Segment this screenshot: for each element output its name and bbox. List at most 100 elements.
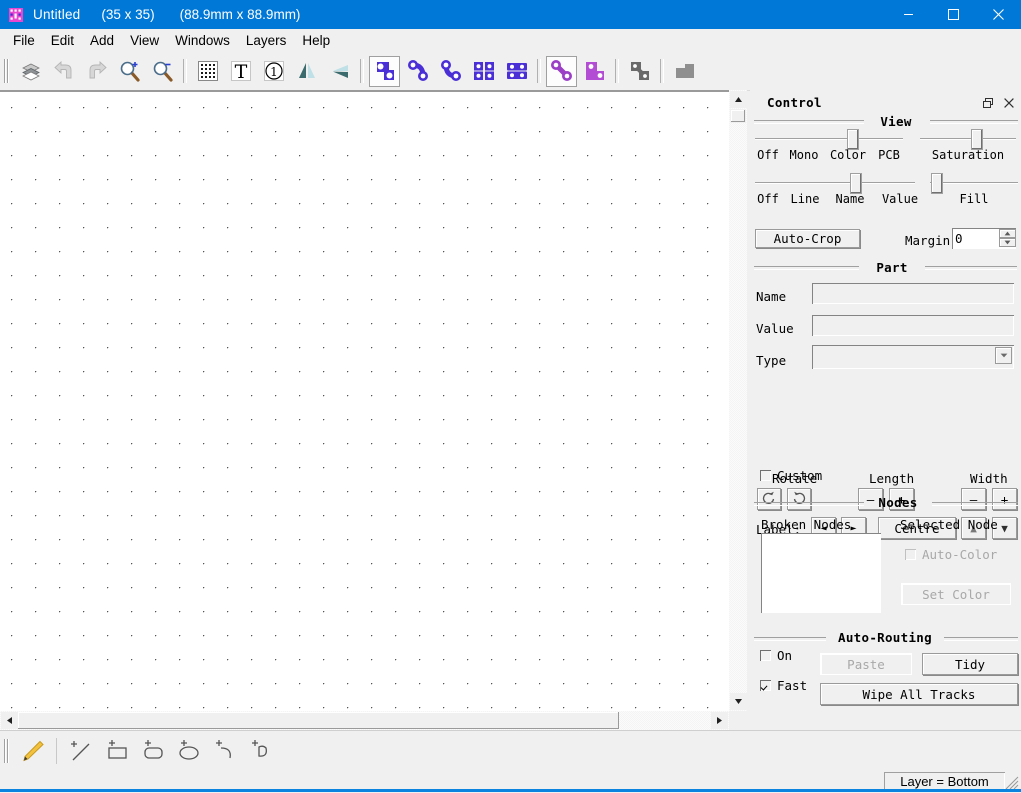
resize-grip-icon[interactable]: [1005, 776, 1019, 790]
margin-spin-up[interactable]: [999, 229, 1016, 238]
horizontal-scrollbar[interactable]: [0, 711, 729, 730]
menu-layers[interactable]: Layers: [238, 30, 295, 51]
part-group-line-right: [925, 266, 1017, 270]
scroll-down-icon[interactable]: [730, 693, 747, 710]
autoroute-fast-label: Fast: [777, 678, 807, 693]
autoroute-on-checkbox-box[interactable]: [760, 650, 771, 661]
pads-round-icon[interactable]: [501, 56, 532, 87]
redo-icon[interactable]: [81, 56, 112, 87]
menu-help[interactable]: Help: [294, 30, 338, 51]
track-corner-icon[interactable]: [369, 56, 400, 87]
maximize-button[interactable]: [931, 0, 976, 29]
auto-crop-button[interactable]: Auto-Crop: [755, 229, 860, 248]
add-ellipse-icon[interactable]: [172, 734, 206, 768]
layers-icon[interactable]: [15, 56, 46, 87]
control-close-icon[interactable]: [1000, 94, 1018, 111]
autorouting-group-line-left: [754, 637, 826, 641]
pin-number-icon[interactable]: 1: [258, 56, 289, 87]
flip-horizontal-icon[interactable]: [291, 56, 322, 87]
autoroute-fast-checkbox[interactable]: Fast: [760, 678, 807, 693]
board-dimensions-units: (35 x 35): [101, 7, 154, 22]
grid-icon[interactable]: [192, 56, 223, 87]
scroll-left-icon[interactable]: [1, 712, 18, 729]
custom-checkbox[interactable]: Custom: [760, 468, 822, 483]
rotate-ccw-button[interactable]: [757, 488, 781, 510]
scroll-right-icon[interactable]: [711, 712, 728, 729]
wipe-all-tracks-button[interactable]: Wipe All Tracks: [820, 683, 1018, 705]
fill-label: Fill: [930, 192, 1018, 206]
fill-slider-thumb[interactable]: [931, 173, 943, 194]
vertical-scrollbar-track[interactable]: [729, 90, 747, 711]
autoroute-fast-checkbox-box[interactable]: [760, 680, 771, 691]
custom-checkbox-box[interactable]: [760, 470, 771, 481]
drawing-toolbar-drag-handle[interactable]: [3, 738, 11, 764]
width-minus-button[interactable]: –: [961, 488, 986, 510]
add-pie-icon[interactable]: [244, 734, 278, 768]
vertical-scrollbar-thumb[interactable]: [730, 109, 746, 123]
add-arc-icon[interactable]: [208, 734, 242, 768]
margin-spin-down[interactable]: [999, 238, 1016, 247]
part-name-input[interactable]: [812, 283, 1014, 304]
pads-2x2-icon[interactable]: [468, 56, 499, 87]
rotate-cw-button[interactable]: [787, 488, 811, 510]
add-line-icon[interactable]: [64, 734, 98, 768]
svg-text:1: 1: [270, 65, 278, 79]
view-mode-tick-mono: Mono: [785, 148, 823, 162]
width-plus-button[interactable]: +: [992, 488, 1017, 510]
pcb-canvas[interactable]: [0, 90, 729, 711]
main-toolbar: T 1: [0, 52, 1021, 91]
menu-add[interactable]: Add: [82, 30, 122, 51]
part-value-input[interactable]: [812, 315, 1014, 336]
restore-icon[interactable]: [979, 94, 997, 111]
label-mode-tick-off: Off: [755, 192, 781, 206]
saturation-slider-thumb[interactable]: [971, 129, 983, 150]
menu-edit[interactable]: Edit: [43, 30, 82, 51]
add-rectangle-icon[interactable]: [100, 734, 134, 768]
part-type-select[interactable]: [812, 345, 1014, 369]
view-mode-slider-thumb[interactable]: [847, 129, 859, 150]
set-color-button[interactable]: Set Color: [901, 583, 1011, 605]
wire-corner-icon[interactable]: [546, 56, 577, 87]
board-outline-icon[interactable]: [669, 56, 700, 87]
horizontal-scrollbar-thumb[interactable]: [18, 712, 619, 729]
track-curve-icon[interactable]: [402, 56, 433, 87]
minimize-button[interactable]: [886, 0, 931, 29]
view-mode-tick-color: Color: [828, 148, 868, 162]
autoroute-on-checkbox[interactable]: On: [760, 648, 792, 663]
flip-vertical-icon[interactable]: [324, 56, 355, 87]
add-rounded-rect-icon[interactable]: [136, 734, 170, 768]
canvas-area: [0, 90, 747, 730]
zoom-in-icon[interactable]: [114, 56, 145, 87]
broken-nodes-list[interactable]: [761, 533, 881, 613]
title-bar: Untitled (35 x 35) (88.9mm x 88.9mm): [0, 0, 1021, 29]
label-mode-tick-name: Name: [831, 192, 869, 206]
menu-windows[interactable]: Windows: [167, 30, 238, 51]
undo-icon[interactable]: [48, 56, 79, 87]
menu-view[interactable]: View: [122, 30, 167, 51]
menu-file[interactable]: File: [5, 30, 43, 51]
track-arc-icon[interactable]: [435, 56, 466, 87]
tidy-button[interactable]: Tidy: [922, 653, 1018, 675]
pcb-app-icon: [8, 7, 24, 23]
vertical-scrollbar[interactable]: [729, 90, 747, 711]
zoom-out-icon[interactable]: [147, 56, 178, 87]
view-group-line-right: [930, 120, 1018, 124]
copper-pour-icon[interactable]: [624, 56, 655, 87]
autoroute-on-label: On: [777, 648, 792, 663]
nodes-group-line-right: [932, 502, 1018, 506]
paste-button[interactable]: Paste: [820, 653, 912, 675]
chevron-down-icon[interactable]: [995, 347, 1012, 364]
layer-status: Layer = Bottom: [884, 772, 1005, 790]
auto-color-checkbox[interactable]: Auto-Color: [905, 547, 997, 562]
wire-fill-icon[interactable]: [579, 56, 610, 87]
label-mode-slider-thumb[interactable]: [850, 173, 862, 194]
part-type-label: Type: [756, 353, 786, 368]
scroll-up-icon[interactable]: [730, 91, 747, 108]
auto-color-checkbox-box[interactable]: [905, 549, 916, 560]
pencil-icon[interactable]: [15, 734, 49, 768]
toolbar-drag-handle[interactable]: [3, 58, 11, 84]
close-button[interactable]: [976, 0, 1021, 29]
toolbar-separator: [183, 59, 187, 83]
fill-slider-track: [930, 182, 1018, 184]
text-icon[interactable]: T: [225, 56, 256, 87]
